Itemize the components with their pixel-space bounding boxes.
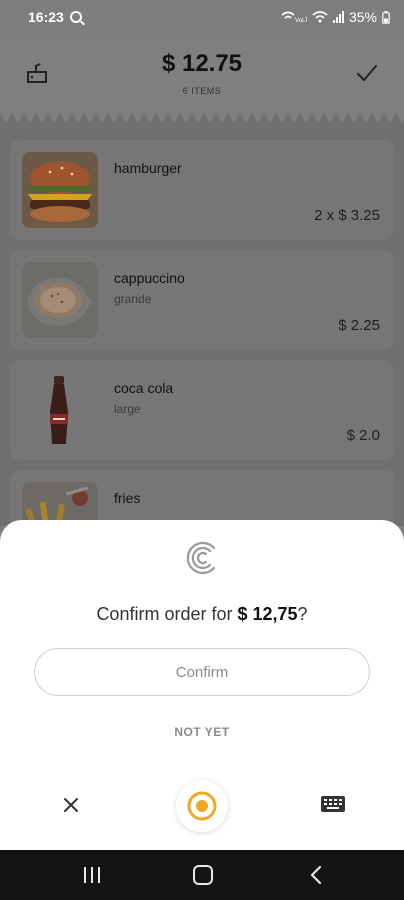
battery-percent: 35% (348, 9, 377, 25)
order-total: $ 12.75 (161, 50, 243, 77)
coca-cola-photo (22, 372, 98, 448)
confirm-order-sheet: Confirm order for $ 12,75? Confirm NOT Y… (0, 520, 404, 850)
keyboard-icon[interactable] (320, 794, 346, 814)
question-prefix: Confirm order for (96, 604, 238, 624)
item-subtitle: large (114, 402, 141, 416)
item-name: coca cola (114, 380, 174, 396)
status-bar: 16:23 VoLTE 35% (0, 0, 404, 34)
recent-apps-icon[interactable] (82, 866, 102, 884)
item-name: cappuccino (114, 270, 185, 286)
item-price: $ 2.0 (346, 427, 380, 444)
question-amount: $ 12,75 (237, 604, 298, 624)
brand-logo-icon (186, 541, 216, 575)
home-icon[interactable] (193, 865, 213, 885)
system-nav-bar (0, 850, 404, 900)
confirm-button[interactable]: Confirm (34, 648, 370, 696)
wifi-call-icon: VoLTE (281, 11, 307, 23)
items-count: 6 ITEMS (182, 86, 222, 96)
svg-text:VoLTE: VoLTE (295, 18, 307, 23)
item-subtitle: grande (114, 292, 152, 306)
not-yet-button[interactable]: NOT YET (0, 725, 404, 739)
confirm-question: Confirm order for $ 12,75? (0, 604, 404, 625)
receipt-zigzag-edge (0, 112, 404, 126)
signal-icon (332, 11, 344, 23)
item-name: hamburger (114, 160, 182, 176)
wifi-icon (312, 11, 328, 23)
search-icon (69, 11, 82, 23)
item-price: $ 2.25 (338, 317, 380, 334)
list-item[interactable]: cappuccino grande $ 2.25 (10, 250, 394, 350)
check-icon[interactable] (354, 60, 380, 86)
assistant-actions (0, 776, 404, 832)
cappuccino-photo (22, 262, 98, 338)
list-item[interactable]: coca cola large $ 2.0 (10, 360, 394, 460)
microphone-button[interactable] (176, 780, 228, 832)
microphone-icon (187, 791, 217, 821)
item-name: fries (114, 490, 141, 506)
close-icon[interactable] (58, 792, 84, 818)
status-icons: VoLTE 35% (281, 9, 390, 25)
order-items-list[interactable]: hamburger 2 x $ 3.25 cappuccino grande $… (0, 126, 404, 570)
item-price: 2 x $ 3.25 (314, 207, 380, 224)
order-header: $ 12.75 6 ITEMS (0, 34, 404, 114)
back-icon[interactable] (308, 865, 324, 885)
battery-icon (382, 10, 390, 24)
question-suffix: ? (297, 604, 308, 624)
hamburger-photo (22, 152, 98, 228)
list-item[interactable]: hamburger 2 x $ 3.25 (10, 140, 394, 240)
status-time: 16:23 (28, 9, 64, 25)
